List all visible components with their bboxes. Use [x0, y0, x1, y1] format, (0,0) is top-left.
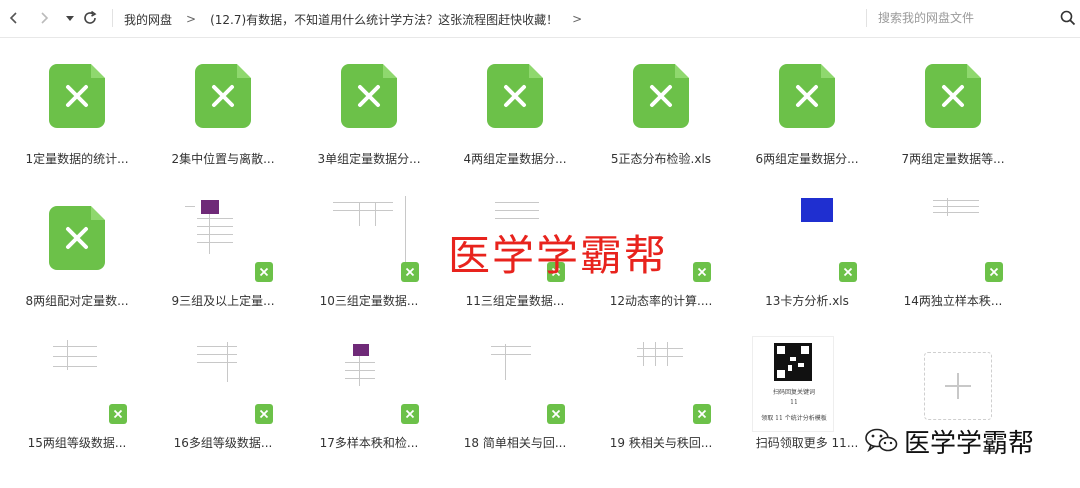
xls-file-icon — [341, 64, 397, 128]
search-icon[interactable] — [1060, 10, 1076, 26]
chevron-right-icon — [41, 12, 49, 24]
breadcrumb-trailing-separator[interactable]: > — [572, 12, 582, 26]
qr-caption-2: 11 — [790, 399, 798, 406]
xls-badge-icon — [401, 404, 419, 424]
file-tile[interactable]: 3单组定量数据分... — [296, 52, 442, 184]
xls-badge-icon — [255, 404, 273, 424]
qr-code-image: 扫码回复关键词 11 领取 11 个统计分析模板 — [752, 336, 834, 432]
file-name: 1定量数据的统计... — [25, 152, 129, 166]
file-name: 10三组定量数据... — [319, 294, 419, 308]
file-tile[interactable]: 9三组及以上定量... — [150, 194, 296, 326]
file-name: 17多样本秩和检... — [319, 436, 419, 450]
file-tile[interactable]: 10三组定量数据... — [296, 194, 442, 326]
xls-badge-icon — [693, 262, 711, 282]
file-tile[interactable]: 4两组定量数据分... — [442, 52, 588, 184]
search-divider — [866, 9, 867, 27]
xls-file-icon — [779, 64, 835, 128]
file-tile[interactable]: 8两组配对定量数... — [4, 194, 150, 326]
watermark-corner-text: 医学学霸帮 — [904, 428, 1035, 459]
breadcrumb: 我的网盘 > (12.7)有数据，不知道用什么统计学方法？这张流程图赶快收藏！ … — [124, 0, 596, 38]
refresh-button[interactable] — [78, 6, 102, 30]
xls-file-icon — [487, 64, 543, 128]
file-name: 5正态分布检验.xls — [610, 152, 712, 166]
qr-code — [774, 343, 812, 381]
file-name: 2集中位置与离散... — [171, 152, 275, 166]
file-tile[interactable]: 19 秩相关与秩回... — [588, 336, 734, 468]
file-tile[interactable]: 6两组定量数据分... — [734, 52, 880, 184]
file-name: 18 简单相关与回... — [463, 436, 567, 450]
back-button[interactable] — [2, 6, 26, 30]
watermark-corner: 医学学霸帮 — [864, 424, 1035, 459]
qr-caption-1: 扫码回复关键词 — [772, 389, 815, 396]
file-tile[interactable]: 18 简单相关与回... — [442, 336, 588, 468]
file-name: 3单组定量数据分... — [317, 152, 421, 166]
xls-file-icon — [633, 64, 689, 128]
file-tile[interactable]: 2集中位置与离散... — [150, 52, 296, 184]
file-name: 8两组配对定量数... — [25, 294, 129, 308]
caret-down-icon — [66, 16, 74, 21]
chevron-left-icon — [9, 12, 17, 24]
breadcrumb-current-folder[interactable]: (12.7)有数据，不知道用什么统计学方法？这张流程图赶快收藏！ — [210, 11, 558, 28]
file-tile[interactable]: 16多组等级数据... — [150, 336, 296, 468]
xls-badge-icon — [401, 262, 419, 282]
xls-badge-icon — [109, 404, 127, 424]
file-name: 4两组定量数据分... — [463, 152, 567, 166]
toolbar-divider — [112, 9, 113, 27]
file-name: 19 秩相关与秩回... — [609, 436, 713, 450]
xls-file-icon — [49, 206, 105, 270]
xls-badge-icon — [985, 262, 1003, 282]
qr-caption-3: 领取 11 个统计分析模板 — [761, 415, 827, 422]
xls-badge-icon — [255, 262, 273, 282]
breadcrumb-separator: > — [186, 12, 197, 26]
xls-file-icon — [49, 64, 105, 128]
top-toolbar: 我的网盘 > (12.7)有数据，不知道用什么统计学方法？这张流程图赶快收藏！ … — [0, 0, 1080, 38]
search-input[interactable] — [878, 7, 1050, 29]
file-name: 扫码领取更多 11... — [755, 436, 859, 450]
file-name: 16多组等级数据... — [173, 436, 273, 450]
file-tile[interactable]: 5正态分布检验.xls — [588, 52, 734, 184]
xls-badge-icon — [839, 262, 857, 282]
file-tile[interactable]: 扫码回复关键词 11 领取 11 个统计分析模板 扫码领取更多 11... — [734, 336, 880, 468]
refresh-icon — [84, 10, 97, 24]
file-name: 7两组定量数据等... — [901, 152, 1005, 166]
file-name: 9三组及以上定量... — [171, 294, 275, 308]
watermark-center-text: 医学学霸帮 — [448, 231, 669, 280]
file-name: 15两组等级数据... — [27, 436, 127, 450]
plus-icon — [945, 373, 971, 399]
file-tile[interactable]: 17多样本秩和检... — [296, 336, 442, 468]
forward-button[interactable] — [32, 6, 56, 30]
file-name: 14两独立样本秩... — [903, 294, 1003, 308]
breadcrumb-root[interactable]: 我的网盘 — [124, 11, 172, 28]
xls-file-icon — [925, 64, 981, 128]
file-name: 11三组定量数据... — [465, 294, 565, 308]
file-name: 12动态率的计算.... — [609, 294, 713, 308]
file-tile[interactable]: 1定量数据的统计... — [4, 52, 150, 184]
file-name: 6两组定量数据分... — [755, 152, 859, 166]
file-name: 13卡方分析.xls — [765, 294, 849, 308]
file-tile[interactable]: 14两独立样本秩... — [880, 194, 1026, 326]
file-tile[interactable]: 7两组定量数据等... — [880, 52, 1026, 184]
xls-badge-icon — [547, 404, 565, 424]
xls-file-icon — [195, 64, 251, 128]
file-tile[interactable]: 15两组等级数据... — [4, 336, 150, 468]
add-file-button[interactable] — [924, 352, 992, 420]
wechat-icon — [865, 428, 898, 453]
file-tile[interactable]: 13卡方分析.xls — [734, 194, 880, 326]
xls-badge-icon — [693, 404, 711, 424]
